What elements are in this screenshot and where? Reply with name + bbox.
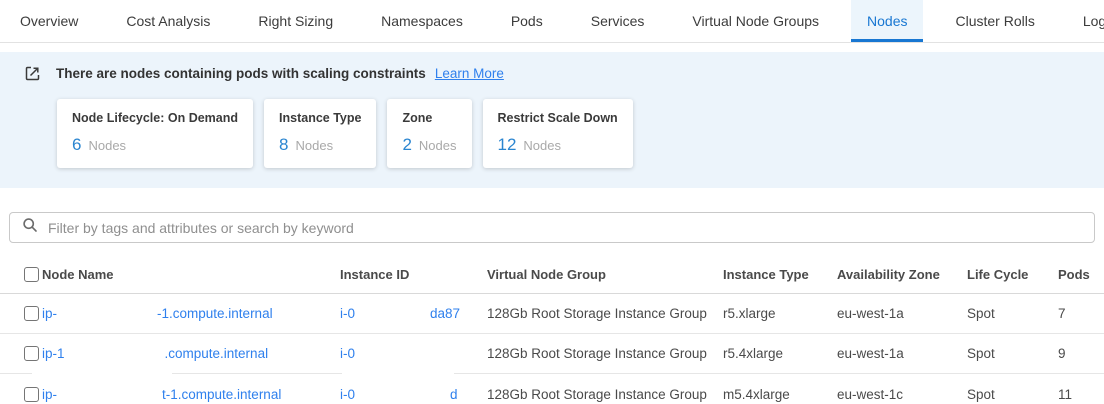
- instance-type-cell: r5.4xlarge: [723, 346, 837, 361]
- tab-services[interactable]: Services: [575, 0, 661, 42]
- tab-log[interactable]: Log: [1067, 0, 1104, 42]
- redacted-text: [57, 308, 157, 318]
- virtual-node-group-cell: 128Gb Root Storage Instance Group: [487, 306, 723, 321]
- learn-more-link[interactable]: Learn More: [435, 66, 504, 81]
- instance-id-visible-prefix: i-0: [340, 346, 355, 361]
- card-zone[interactable]: Zone 2 Nodes: [387, 99, 471, 168]
- tab-pods[interactable]: Pods: [495, 0, 559, 42]
- card-count: 6: [72, 135, 81, 155]
- table-row: ip- -1.compute.internal i-0 da87 128Gb Roo…: [0, 294, 1104, 334]
- life-cycle-cell: Spot: [967, 306, 1058, 321]
- col-header-virtual-node-group: Virtual Node Group: [487, 267, 723, 282]
- instance-type-cell: r5.xlarge: [723, 306, 837, 321]
- instance-id-visible-prefix: i-0: [340, 306, 355, 321]
- instance-id-visible-suffix: d: [450, 387, 458, 402]
- tab-cluster-rolls[interactable]: Cluster Rolls: [939, 0, 1050, 42]
- filter-search-box: [9, 212, 1095, 243]
- card-title: Node Lifecycle: On Demand: [72, 111, 238, 125]
- card-node-lifecycle-on-demand[interactable]: Node Lifecycle: On Demand 6 Nodes: [57, 99, 253, 168]
- col-header-node-name: Node Name: [42, 267, 340, 282]
- row-checkbox[interactable]: [24, 306, 39, 321]
- pods-cell: 9: [1058, 346, 1080, 361]
- card-restrict-scale-down[interactable]: Restrict Scale Down 12 Nodes: [483, 99, 633, 168]
- instance-id-link[interactable]: i-0 d: [340, 387, 487, 402]
- card-unit: Nodes: [88, 138, 126, 153]
- card-unit: Nodes: [419, 138, 457, 153]
- instance-id-visible-suffix: da87: [430, 306, 460, 321]
- card-instance-type[interactable]: Instance Type 8 Nodes: [264, 99, 376, 168]
- node-name-visible-prefix: ip-: [42, 387, 57, 402]
- tab-overview[interactable]: Overview: [4, 0, 94, 42]
- pods-cell: 7: [1058, 306, 1080, 321]
- node-name-visible-suffix: t-1.compute.internal: [162, 387, 281, 402]
- col-header-instance-id: Instance ID: [340, 267, 487, 282]
- node-name-link[interactable]: ip- -1.compute.internal: [42, 306, 340, 321]
- tab-bar: Overview Cost Analysis Right Sizing Name…: [0, 0, 1104, 43]
- virtual-node-group-cell: 128Gb Root Storage Instance Group: [487, 346, 723, 361]
- col-header-life-cycle: Life Cycle: [967, 267, 1058, 282]
- availability-zone-cell: eu-west-1a: [837, 346, 967, 361]
- card-count: 8: [279, 135, 288, 155]
- tab-cost-analysis[interactable]: Cost Analysis: [110, 0, 226, 42]
- node-name-visible-prefix: ip-: [42, 306, 57, 321]
- row-checkbox[interactable]: [24, 387, 39, 402]
- card-unit: Nodes: [523, 138, 561, 153]
- instance-id-visible-prefix: i-0: [340, 387, 355, 402]
- redacted-text: [355, 308, 430, 318]
- banner-message: There are nodes containing pods with sca…: [56, 66, 426, 81]
- node-name-link[interactable]: ip-t-1.compute.internal: [42, 387, 340, 402]
- instance-id-link[interactable]: i-0 da87: [340, 306, 487, 321]
- search-icon: [22, 217, 38, 238]
- table-row: ip-t-1.compute.internal i-0 d 128Gb Root …: [0, 374, 1104, 404]
- redacted-text: [355, 389, 450, 399]
- pods-cell: 11: [1058, 387, 1080, 402]
- tab-namespaces[interactable]: Namespaces: [365, 0, 479, 42]
- col-header-pods: Pods: [1058, 267, 1090, 282]
- instance-id-link[interactable]: i-0: [340, 346, 487, 361]
- card-title: Restrict Scale Down: [498, 111, 618, 125]
- node-name-link[interactable]: ip-1 .compute.internal: [42, 346, 340, 361]
- life-cycle-cell: Spot: [967, 387, 1058, 402]
- select-all-checkbox[interactable]: [24, 267, 39, 282]
- constraint-cards: Node Lifecycle: On Demand 6 Nodes Instan…: [57, 99, 1080, 168]
- life-cycle-cell: Spot: [967, 346, 1058, 361]
- redaction-box: [342, 370, 454, 378]
- table-row: ip-1 .compute.internal i-0 128Gb Root Sto…: [0, 334, 1104, 374]
- tab-nodes[interactable]: Nodes: [851, 0, 923, 42]
- table-header-row: Node Name Instance ID Virtual Node Group…: [0, 255, 1104, 294]
- availability-zone-cell: eu-west-1a: [837, 306, 967, 321]
- availability-zone-cell: eu-west-1c: [837, 387, 967, 402]
- external-link-icon: [24, 65, 41, 82]
- redacted-text: [65, 348, 165, 358]
- card-title: Zone: [402, 111, 456, 125]
- node-name-visible-prefix: ip-1: [42, 346, 65, 361]
- card-count: 12: [498, 135, 517, 155]
- scaling-constraints-banner: There are nodes containing pods with sca…: [0, 52, 1104, 188]
- search-input[interactable]: [48, 220, 1082, 236]
- col-header-availability-zone: Availability Zone: [837, 267, 967, 282]
- instance-type-cell: m5.4xlarge: [723, 387, 837, 402]
- tab-right-sizing[interactable]: Right Sizing: [242, 0, 349, 42]
- row-checkbox[interactable]: [24, 346, 39, 361]
- card-title: Instance Type: [279, 111, 361, 125]
- col-header-instance-type: Instance Type: [723, 267, 837, 282]
- nodes-table: Node Name Instance ID Virtual Node Group…: [0, 255, 1104, 404]
- card-count: 2: [402, 135, 411, 155]
- node-name-visible-suffix: -1.compute.internal: [157, 306, 273, 321]
- card-unit: Nodes: [295, 138, 333, 153]
- node-name-visible-suffix: .compute.internal: [165, 346, 269, 361]
- virtual-node-group-cell: 128Gb Root Storage Instance Group: [487, 387, 723, 402]
- redacted-text: [355, 348, 473, 358]
- redaction-box: [32, 370, 172, 378]
- redacted-text: [57, 389, 162, 399]
- tab-virtual-node-groups[interactable]: Virtual Node Groups: [676, 0, 835, 42]
